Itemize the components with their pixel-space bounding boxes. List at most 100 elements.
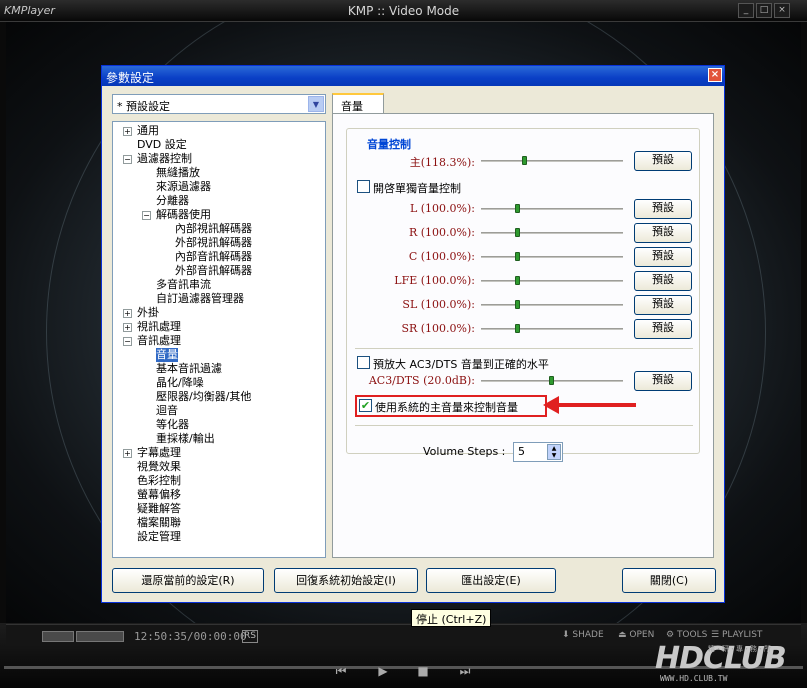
slider-thumb[interactable] <box>515 324 520 333</box>
channel-volume-slider[interactable] <box>481 252 623 261</box>
tree-item[interactable]: 通用 <box>137 124 159 138</box>
expand-icon[interactable]: + <box>123 309 132 318</box>
slider-thumb[interactable] <box>515 252 520 261</box>
master-default-button[interactable]: 預設 <box>634 151 692 171</box>
tree-item[interactable]: 外部視訊解碼器 <box>175 236 252 250</box>
tree-item[interactable]: 等化器 <box>156 418 189 432</box>
channel-volume-slider[interactable] <box>481 204 623 213</box>
tree-item[interactable]: 分離器 <box>156 194 189 208</box>
time-readout: 12:50:35/00:00:00 <box>134 630 247 643</box>
tools-button[interactable]: ⚙ TOOLS <box>666 630 707 640</box>
open-button[interactable]: ⏏ OPEN <box>618 630 654 640</box>
play-icon[interactable]: ▶ <box>370 663 396 679</box>
open-label: OPEN <box>629 630 655 640</box>
tree-item[interactable]: 多音訊串流 <box>156 278 211 292</box>
playlist-button[interactable]: ☰ PLAYLIST <box>711 630 762 640</box>
channel-volume-slider[interactable] <box>481 324 623 333</box>
hdclub-url: WWW.HD.CLUB.TW <box>660 674 728 683</box>
channel-default-button[interactable]: 預設 <box>634 247 692 267</box>
restore-settings-button[interactable]: 還原當前的設定(R) <box>112 568 264 593</box>
tree-item[interactable]: 色彩控制 <box>137 474 181 488</box>
tree-item[interactable]: 重採樣/輸出 <box>156 432 215 446</box>
tree-item[interactable]: 檔案關聯 <box>137 516 181 530</box>
tree-item[interactable]: 來源過濾器 <box>156 180 211 194</box>
slider-thumb[interactable] <box>515 276 520 285</box>
master-volume-label: 主(118.3%): <box>409 156 475 169</box>
tree-item[interactable]: 內部視訊解碼器 <box>175 222 252 236</box>
shade-button[interactable]: ⬇ SHADE <box>562 630 604 640</box>
expand-icon[interactable]: + <box>123 449 132 458</box>
dialog-titlebar[interactable]: 參數設定 × <box>102 66 724 86</box>
maximize-icon[interactable]: □ <box>756 3 772 18</box>
close-window-icon[interactable]: × <box>774 3 790 18</box>
tree-item[interactable]: 音訊處理 <box>137 334 181 348</box>
stop-tooltip: 停止 (Ctrl+Z) <box>411 609 492 627</box>
tree-item[interactable]: 音量 <box>156 348 178 362</box>
independent-volume-checkbox[interactable] <box>357 180 370 193</box>
slider-thumb[interactable] <box>515 228 520 237</box>
tree-item[interactable]: 無縫播放 <box>156 166 200 180</box>
tree-item[interactable]: 內部音訊解碼器 <box>175 250 252 264</box>
ac3-default-button[interactable]: 預設 <box>634 371 692 391</box>
system-volume-label: 使用系統的主音量來控制音量 <box>375 401 518 414</box>
tree-item[interactable]: 外部音訊解碼器 <box>175 264 252 278</box>
ac3-dts-slider[interactable] <box>481 376 623 385</box>
stop-icon[interactable]: ■ <box>410 663 436 679</box>
expand-icon[interactable]: + <box>123 323 132 332</box>
master-volume-slider[interactable] <box>481 156 623 165</box>
settings-tree[interactable]: + 通用 DVD 設定 − 過濾器控制 無縫播放 來源過濾器 分離器 − 解碼器使用 內部視訊解碼器… <box>112 121 326 558</box>
channel-volume-label: L (100.0%): <box>409 202 475 215</box>
collapse-icon[interactable]: − <box>142 211 151 220</box>
slider-thumb[interactable] <box>515 204 520 213</box>
channel-volume-slider[interactable] <box>481 276 623 285</box>
tree-item[interactable]: 壓限器/均衡器/其他 <box>156 390 251 404</box>
tree-item[interactable]: 基本音訊過濾 <box>156 362 222 376</box>
window-title: KMP :: Video Mode <box>347 4 460 18</box>
tree-item[interactable]: 設定管理 <box>137 530 181 544</box>
export-settings-button[interactable]: 匯出設定(E) <box>426 568 556 593</box>
minimize-icon[interactable]: _ <box>738 3 754 18</box>
spinner-arrows-icon[interactable]: ▲ ▼ <box>547 444 561 460</box>
divider <box>355 425 693 426</box>
close-icon[interactable]: × <box>708 68 722 82</box>
channel-default-button[interactable]: 預設 <box>634 319 692 339</box>
tree-item[interactable]: 晶化/降噪 <box>156 376 204 390</box>
collapse-icon[interactable]: − <box>123 155 132 164</box>
tree-item[interactable]: 疑難解答 <box>137 502 181 516</box>
tree-item[interactable]: 過濾器控制 <box>137 152 192 166</box>
volume-steps-label: Volume Steps : <box>423 445 506 458</box>
system-volume-checkbox[interactable]: ✔ <box>359 399 372 412</box>
annotation-arrow-head <box>543 396 559 414</box>
preset-combo[interactable]: * 預設設定 ▼ <box>112 94 326 114</box>
tree-item[interactable]: 解碼器使用 <box>156 208 211 222</box>
chevron-down-icon[interactable]: ▼ <box>308 96 324 112</box>
close-button[interactable]: 關閉(C) <box>622 568 716 593</box>
expand-icon[interactable]: + <box>123 127 132 136</box>
tree-item[interactable]: 視覺效果 <box>137 460 181 474</box>
tree-item[interactable]: 迴音 <box>156 404 178 418</box>
channel-volume-slider[interactable] <box>481 228 623 237</box>
reset-settings-button[interactable]: 回復系統初始設定(I) <box>274 568 418 593</box>
slider-thumb[interactable] <box>521 156 527 165</box>
tree-item[interactable]: 視訊處理 <box>137 320 181 334</box>
window-titlebar[interactable]: KMPlayer KMP :: Video Mode _ □ × <box>0 0 807 22</box>
tree-item[interactable]: 字幕處理 <box>137 446 181 460</box>
channel-volume-slider[interactable] <box>481 300 623 309</box>
tree-item[interactable]: 自訂過濾器管理器 <box>156 292 244 306</box>
volume-steps-spinner[interactable]: 5 ▲ ▼ <box>513 442 563 462</box>
channel-default-button[interactable]: 預設 <box>634 199 692 219</box>
tree-item[interactable]: 外掛 <box>137 306 159 320</box>
amplify-ac3-checkbox[interactable] <box>357 356 370 369</box>
next-icon[interactable]: ⏭ <box>452 663 478 679</box>
previous-icon[interactable]: ⏮ <box>328 663 354 679</box>
channel-default-button[interactable]: 預設 <box>634 223 692 243</box>
channel-default-button[interactable]: 預設 <box>634 271 692 291</box>
collapse-icon[interactable]: − <box>123 337 132 346</box>
tree-item[interactable]: 螢幕偏移 <box>137 488 181 502</box>
tree-item[interactable]: DVD 設定 <box>137 138 187 152</box>
slider-thumb[interactable] <box>515 300 520 309</box>
tab-volume[interactable]: 音量 <box>332 93 384 114</box>
rs-badge[interactable]: RS <box>242 630 258 643</box>
slider-thumb[interactable] <box>549 376 554 385</box>
channel-default-button[interactable]: 預設 <box>634 295 692 315</box>
